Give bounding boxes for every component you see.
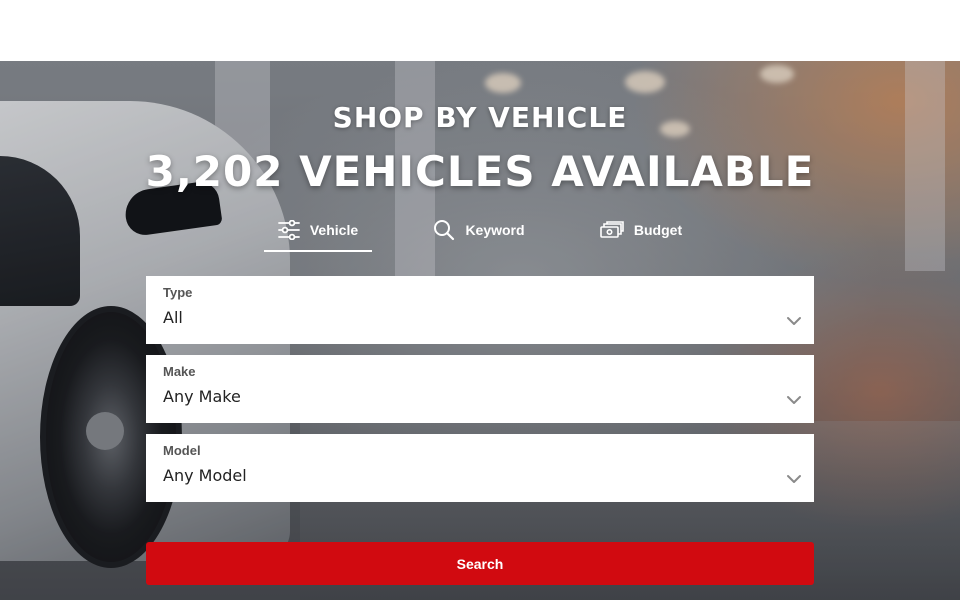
model-label: Model [163, 443, 201, 458]
tab-keyword-label: Keyword [465, 222, 525, 238]
model-select[interactable]: Model Any Model [146, 434, 814, 502]
make-value: Any Make [163, 387, 241, 406]
model-value: Any Model [163, 466, 247, 485]
sliders-icon [277, 220, 300, 240]
chevron-down-icon [786, 311, 802, 330]
make-select[interactable]: Make Any Make [146, 355, 814, 423]
hero-headline: 3,202 VEHICLES AVAILABLE [145, 147, 815, 196]
type-select[interactable]: Type All [146, 276, 814, 344]
search-icon [433, 219, 455, 241]
hero-eyebrow: SHOP BY VEHICLE [332, 101, 628, 134]
cash-icon [600, 221, 624, 239]
tab-vehicle-label: Vehicle [309, 222, 359, 238]
make-label: Make [163, 364, 196, 379]
chevron-down-icon [786, 390, 802, 409]
type-value: All [163, 308, 183, 327]
search-button[interactable]: Search [146, 542, 814, 585]
tab-budget-label: Budget [633, 222, 683, 238]
chevron-down-icon [786, 469, 802, 488]
tab-budget[interactable]: Budget [596, 210, 686, 250]
tab-vehicle[interactable]: Vehicle [264, 210, 372, 252]
type-label: Type [163, 285, 193, 300]
tab-keyword[interactable]: Keyword [430, 210, 528, 250]
search-mode-tabs: Vehicle Keyword Budget [0, 210, 960, 254]
top-header-bar [0, 0, 960, 61]
